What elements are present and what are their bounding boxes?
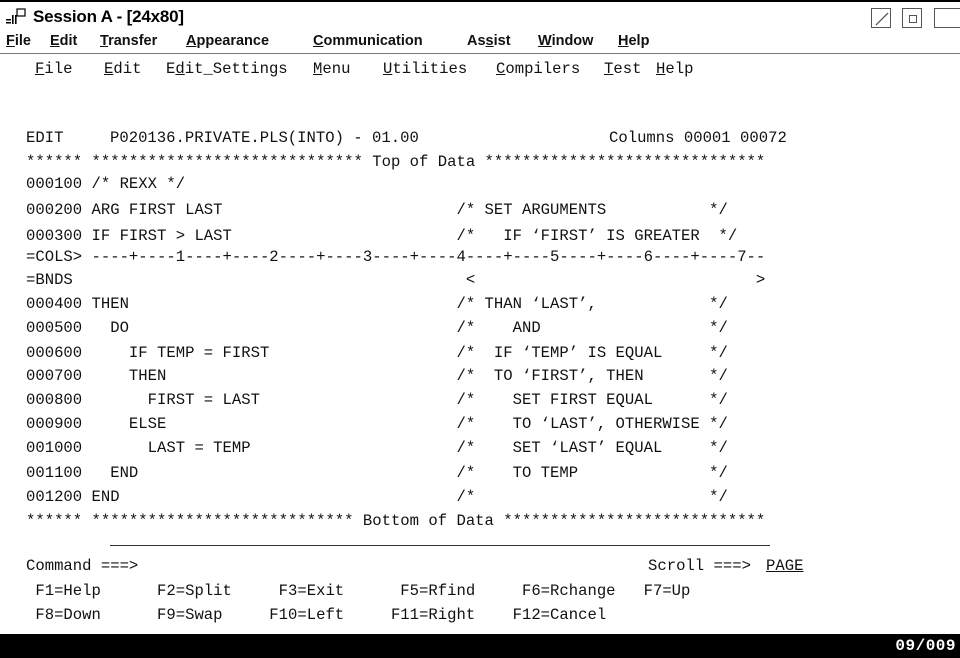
ispf-menu-menu[interactable]: Menu <box>313 59 350 79</box>
top-of-data-line: ****** ***************************** Top… <box>26 153 766 171</box>
function-keys-row-1[interactable]: F1=Help F2=Split F3=Exit F5=Rfind F6=Rch… <box>26 581 690 601</box>
title-bar: Session A - [24x80] <box>0 4 960 30</box>
command-input[interactable] <box>157 556 597 576</box>
ispf-menu-edit[interactable]: Edit <box>104 59 141 79</box>
source-line[interactable]: 000300 IF FIRST > LAST /* IF ‘FIRST’ IS … <box>26 226 737 246</box>
scroll-amount-field[interactable]: PAGE <box>766 556 803 576</box>
ispf-menu-test[interactable]: Test <box>604 59 641 79</box>
dataset-name: P020136.PRIVATE.PLS(INTO) - 01.00 <box>110 129 419 147</box>
resize-toggle-icon[interactable] <box>871 8 891 28</box>
source-line[interactable]: 000800 FIRST = LAST /* SET FIRST EQUAL *… <box>26 390 728 410</box>
restore-icon[interactable] <box>902 8 922 28</box>
columns-indicator: Columns 00001 00072 <box>609 129 787 147</box>
cols-ruler-line: =COLS> ----+----1----+----2----+----3---… <box>26 248 766 266</box>
source-line[interactable]: 000400 THEN /* THAN ‘LAST’, */ <box>26 294 728 314</box>
menu-file[interactable]: File <box>6 33 31 49</box>
window-title: Session A - [24x80] <box>33 7 184 26</box>
ispf-menu-edit-settings[interactable]: Edit_Settings <box>166 59 288 79</box>
emulator-menubar: File Edit Transfer Appearance Communicat… <box>0 31 960 54</box>
function-keys-row-2[interactable]: F8=Down F9=Swap F10=Left F11=Right F12=C… <box>26 605 606 625</box>
terminal-app-icon[interactable] <box>5 8 27 26</box>
source-line[interactable]: 001100 END /* TO TEMP */ <box>26 463 728 483</box>
source-line[interactable]: 000100 /* REXX */ <box>26 174 185 194</box>
cursor-position: 09/009 <box>895 637 956 655</box>
scroll-label: Scroll ===> <box>648 557 751 575</box>
menu-transfer[interactable]: Transfer <box>100 33 157 49</box>
ispf-menu-compilers[interactable]: Compilers <box>496 59 580 79</box>
terminal-screen[interactable]: File Edit Edit_Settings Menu Utilities C… <box>0 54 960 634</box>
menu-edit[interactable]: Edit <box>50 33 77 49</box>
menu-appearance[interactable]: Appearance <box>186 33 269 49</box>
source-line[interactable]: 000500 DO /* AND */ <box>26 318 728 338</box>
edit-mode-label: EDIT <box>26 129 64 147</box>
bnds-line: =BNDS < > <box>26 271 766 289</box>
emulator-window: Session A - [24x80] File Edit Transfer A… <box>0 0 960 658</box>
menu-help[interactable]: Help <box>618 33 649 49</box>
command-separator <box>110 545 770 546</box>
command-prompt: Command ===> <box>26 557 139 575</box>
bottom-of-data-line: ****** **************************** Bott… <box>26 512 766 530</box>
source-line[interactable]: 000600 IF TEMP = FIRST /* IF ‘TEMP’ IS E… <box>26 343 728 363</box>
menu-assist[interactable]: Assist <box>467 33 511 49</box>
ispf-menu-file[interactable]: File <box>35 59 72 79</box>
maximize-icon[interactable] <box>934 8 960 28</box>
ispf-action-bar: File Edit Edit_Settings Menu Utilities C… <box>26 59 786 79</box>
source-line[interactable]: 001000 LAST = TEMP /* SET ‘LAST’ EQUAL *… <box>26 438 728 458</box>
source-line[interactable]: 001200 END /* */ <box>26 487 728 507</box>
menu-communication[interactable]: Communication <box>313 33 423 49</box>
source-line[interactable]: 000700 THEN /* TO ‘FIRST’, THEN */ <box>26 366 728 386</box>
menu-window[interactable]: Window <box>538 33 593 49</box>
source-line[interactable]: 000200 ARG FIRST LAST /* SET ARGUMENTS *… <box>26 200 728 220</box>
ispf-menu-help[interactable]: Help <box>656 59 693 79</box>
status-bar: 09/009 <box>0 634 960 658</box>
ispf-menu-utilities[interactable]: Utilities <box>383 59 467 79</box>
source-line[interactable]: 000900 ELSE /* TO ‘LAST’, OTHERWISE */ <box>26 414 728 434</box>
